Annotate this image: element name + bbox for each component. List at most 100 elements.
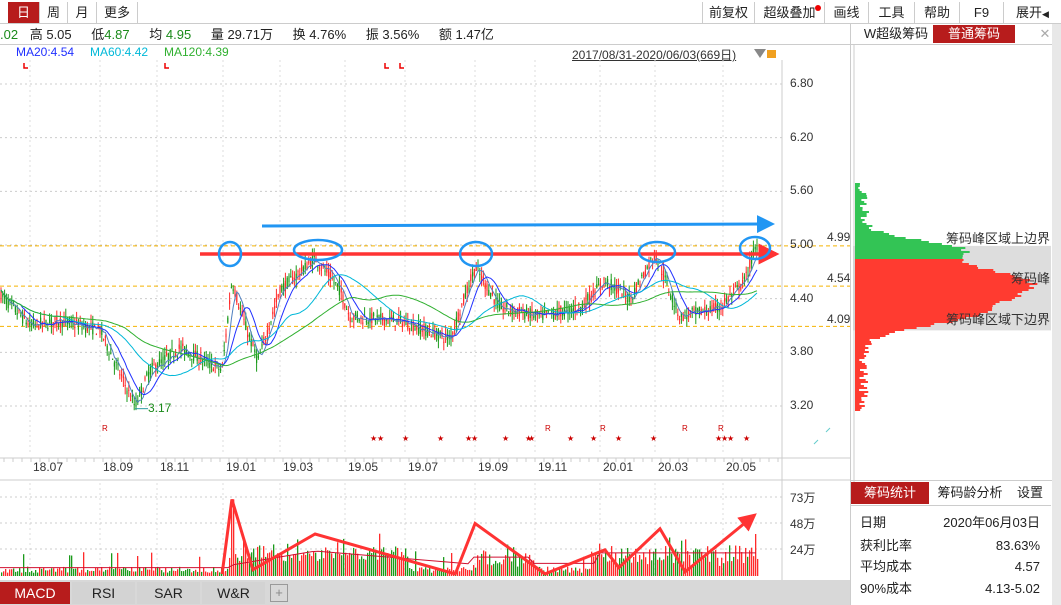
chip-bar — [855, 295, 1022, 297]
candle-body — [104, 335, 106, 339]
volume-bar — [627, 547, 629, 576]
volume-bar — [217, 570, 219, 576]
tab-normal-chip[interactable]: 普通筹码 — [933, 25, 1015, 43]
chip-bar — [855, 253, 964, 255]
candle-body — [479, 273, 481, 275]
tab-chip-stats[interactable]: 筹码统计 — [851, 482, 929, 504]
volume-bar — [731, 561, 733, 576]
chip-bar — [855, 381, 868, 383]
candle-body — [103, 338, 105, 340]
candle-body — [196, 350, 198, 361]
candle-body — [484, 283, 486, 289]
volume-bar — [63, 566, 65, 576]
candle-body — [482, 276, 484, 278]
date-tick-label: 19.03 — [283, 460, 314, 474]
volume-bar — [133, 571, 135, 576]
chip-bar — [855, 297, 1015, 299]
candle-body — [180, 345, 182, 350]
kline-chart[interactable]: ★ ★ ★ ★ ★★ ★ ★★ ★ ★ ★ ★ ★★★ ★R R R R R — [0, 0, 850, 580]
volume-bar — [589, 568, 591, 576]
candle-body — [268, 327, 270, 331]
volume-bar — [273, 544, 275, 576]
candle-body — [290, 275, 292, 278]
volume-bar — [637, 561, 639, 576]
volume-bar — [235, 554, 237, 576]
tab-rsi[interactable]: RSI — [72, 582, 135, 604]
candle-body — [225, 333, 227, 338]
highlight-ellipse — [292, 238, 344, 262]
zoom-icon — [813, 427, 831, 445]
candle-body — [47, 328, 49, 330]
chip-bar — [855, 389, 860, 391]
volume-bar — [37, 572, 39, 576]
volume-bar — [485, 551, 487, 576]
candle-body — [664, 275, 666, 278]
tab-settings[interactable]: 设置 — [1010, 482, 1050, 504]
volume-bar — [585, 568, 587, 576]
chip-bar — [855, 393, 865, 395]
volume-bar — [189, 569, 191, 576]
volume-bar — [425, 567, 427, 576]
candle-body — [146, 372, 148, 376]
chip-bar — [855, 291, 1023, 293]
volume-bar — [377, 559, 379, 576]
candle-body — [464, 293, 466, 298]
volume-bar — [81, 569, 83, 576]
tools-button[interactable]: 工具 — [868, 2, 914, 23]
star-signal: ★ — [502, 434, 509, 443]
chip-bar — [855, 353, 864, 355]
volume-bar — [359, 559, 361, 576]
chip-bar — [855, 367, 867, 369]
add-indicator-icon[interactable]: + — [270, 584, 288, 602]
chip-bar — [855, 199, 862, 201]
resistance-arrow-blue — [261, 215, 775, 234]
candle-body — [454, 327, 456, 330]
stat-key: 日期 — [860, 515, 887, 530]
tab-macd[interactable]: MACD — [0, 582, 70, 604]
price-tick-label: 3.20 — [790, 397, 814, 412]
volume-bar — [703, 558, 705, 576]
volume-bar — [25, 571, 27, 576]
volume-bar — [495, 560, 497, 576]
volume-bar — [497, 563, 499, 576]
tab-wr[interactable]: W&R — [202, 582, 265, 604]
chip-bar — [855, 235, 895, 237]
volume-bar — [341, 555, 343, 576]
volume-bar — [35, 570, 37, 576]
expand-button[interactable]: 展开◀ — [1003, 2, 1061, 23]
volume-bar — [161, 570, 163, 576]
volume-bar — [41, 568, 43, 576]
volume-bar — [493, 563, 495, 576]
candle-body — [637, 280, 639, 285]
candle-body — [230, 286, 232, 288]
scrollbar[interactable] — [1052, 24, 1061, 605]
candle-body — [175, 353, 177, 356]
volume-bar — [721, 557, 723, 576]
volume-bar — [391, 550, 393, 576]
tab-sar[interactable]: SAR — [137, 582, 200, 604]
candle-body — [115, 361, 117, 363]
candle-body — [491, 292, 493, 295]
candle-body — [349, 317, 351, 323]
volume-bar — [267, 553, 269, 576]
volume-bar — [599, 543, 601, 576]
star-signal: ★ — [471, 434, 478, 443]
volume-bar — [69, 555, 71, 576]
chip-bar — [855, 195, 867, 197]
volume-bar — [371, 553, 373, 576]
candle-body — [166, 352, 168, 355]
tab-chip-age[interactable]: 筹码龄分析 — [932, 482, 1008, 504]
f9-button[interactable]: F9 — [959, 2, 1003, 23]
candle-body — [317, 266, 319, 268]
candle-body — [430, 336, 432, 338]
volume-bar — [387, 553, 389, 576]
volume-bar — [523, 563, 525, 576]
candle-body — [502, 308, 504, 312]
volume-bar — [699, 549, 701, 576]
candle-body — [124, 385, 126, 387]
help-button[interactable]: 帮助 — [914, 2, 959, 23]
stat-90-cost: 90%成本 4.13-5.02 — [860, 580, 1040, 598]
volume-bar — [639, 554, 641, 576]
divider — [851, 480, 1061, 481]
tab-super-chip[interactable]: W超级筹码 — [859, 25, 933, 43]
